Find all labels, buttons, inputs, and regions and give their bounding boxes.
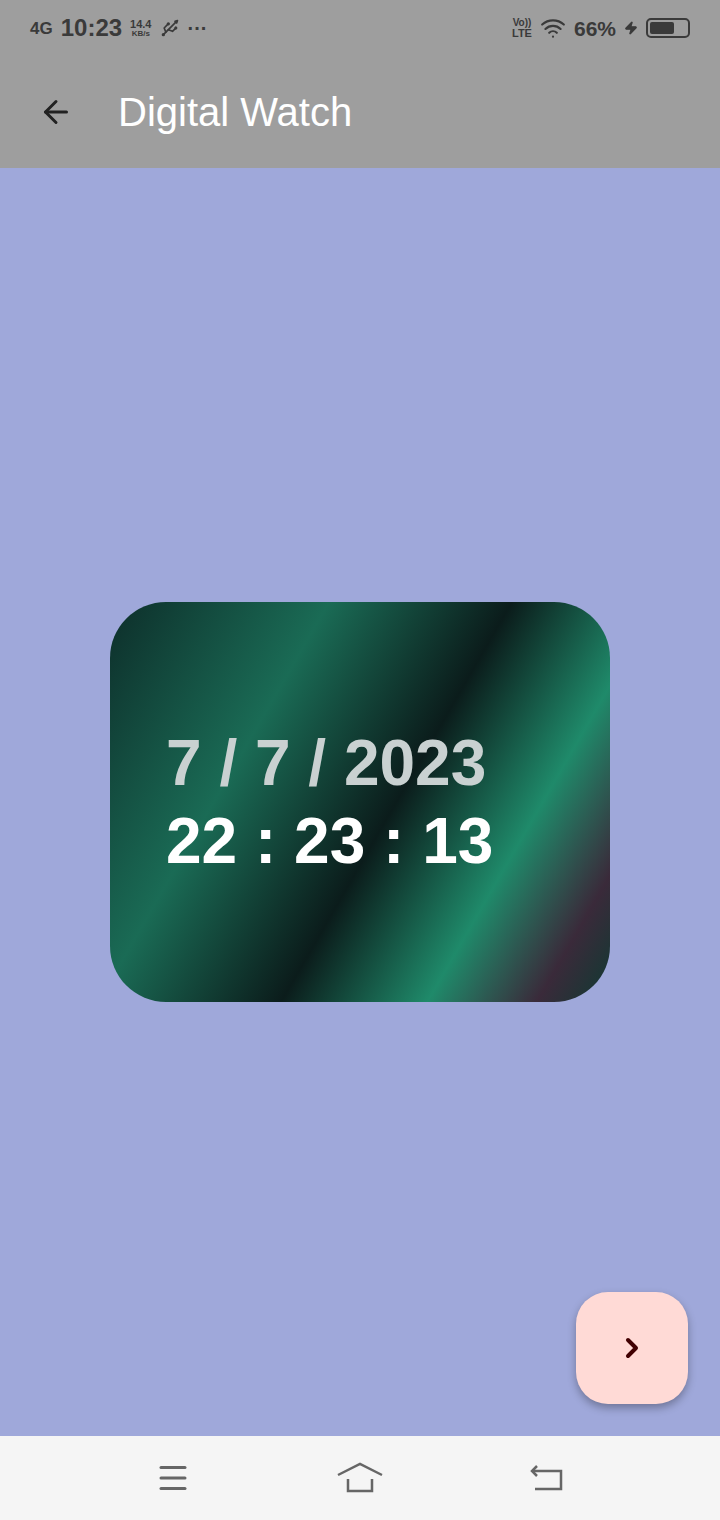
app-title: Digital Watch [118, 92, 352, 132]
watch-card: 7 / 7 / 2023 22 : 23 : 13 [110, 602, 610, 1002]
wifi-icon [540, 15, 566, 41]
chevron-right-icon [616, 1332, 648, 1364]
time-text: 22 : 23 : 13 [166, 809, 590, 873]
back-arrow-icon [38, 94, 74, 130]
top-area: 4G 10:23 14.4KB/s ··· Vo))LTE 66% Digital Watc… [0, 0, 720, 168]
home-button[interactable] [330, 1448, 390, 1508]
volte: Vo))LTE [512, 18, 532, 39]
network-label: 4G [30, 20, 53, 37]
more-label: ··· [188, 18, 208, 38]
next-fab[interactable] [576, 1292, 688, 1404]
back-nav-icon [529, 1463, 565, 1493]
app-bar: Digital Watch [0, 56, 720, 168]
status-bar: 4G 10:23 14.4KB/s ··· Vo))LTE 66% [0, 0, 720, 56]
speed: 14.4KB/s [130, 19, 151, 38]
nav-bar [0, 1436, 720, 1520]
menu-icon [155, 1460, 191, 1496]
content: 7 / 7 / 2023 22 : 23 : 13 [0, 168, 720, 1436]
menu-button[interactable] [143, 1448, 203, 1508]
date-text: 7 / 7 / 2023 [166, 731, 590, 795]
phone-screen: 4G 10:23 14.4KB/s ··· Vo))LTE 66% Digital Watc… [0, 0, 720, 1520]
battery-label: 66% [574, 18, 616, 39]
usb-icon [160, 18, 180, 38]
back-button[interactable] [0, 56, 112, 168]
clock-time: 10:23 [61, 16, 122, 40]
battery-icon [646, 18, 690, 38]
back-nav-button[interactable] [517, 1448, 577, 1508]
home-icon [336, 1461, 384, 1495]
charging-icon [624, 21, 638, 35]
